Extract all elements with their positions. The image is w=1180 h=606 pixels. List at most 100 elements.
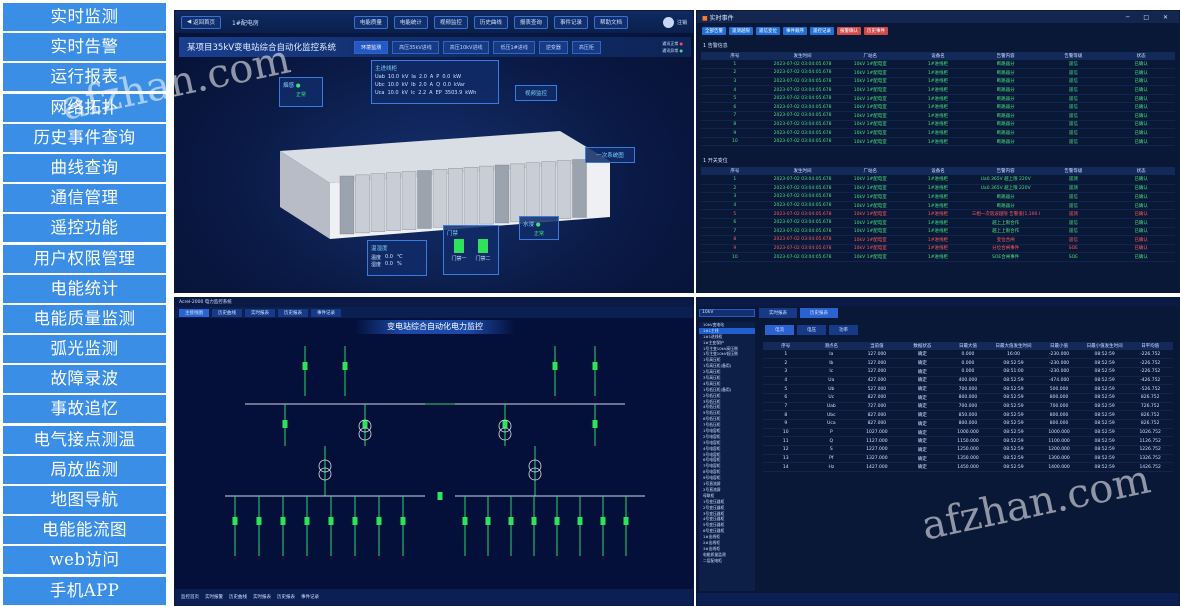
switch-cabinet[interactable] bbox=[448, 168, 463, 227]
table-row[interactable]: 1 Ia 127.000 确定 0.000 16:00 -230.000 08:52:59 -2… bbox=[763, 350, 1173, 360]
breaker[interactable] bbox=[342, 362, 348, 370]
table-row[interactable]: 4 2023-07-02 03:04:05.678 10kV 1#配电室 1#进线柜断… bbox=[701, 85, 1175, 95]
table-row[interactable]: 9 2023-07-02 03:04:05.678 10kV 1#配电室 1#进线柜分… bbox=[701, 244, 1175, 254]
toolbar-button-6[interactable]: 帮助文档 bbox=[593, 15, 628, 29]
p4-tab-1[interactable]: 历史报表 bbox=[800, 308, 838, 318]
switch-cabinet[interactable] bbox=[417, 170, 432, 229]
table-row[interactable]: 5 2023-07-02 03:04:05.678 10kV 1#配电室 1#进线柜三… bbox=[701, 209, 1175, 219]
p3-tab-1[interactable]: 历史曲线 bbox=[212, 308, 242, 317]
toolbar-button-3[interactable]: 历史曲线 bbox=[473, 15, 508, 29]
p4-tab-0[interactable]: 实时报表 bbox=[759, 308, 797, 318]
p4-subtab-1[interactable]: 电压 bbox=[797, 325, 826, 335]
p3-bottom-tab-4[interactable]: 历史报表 bbox=[277, 594, 295, 600]
window-controls[interactable]: ─ □ ✕ bbox=[1126, 14, 1174, 21]
p2-filter-0[interactable]: 全部告警 bbox=[702, 27, 726, 35]
breaker[interactable] bbox=[600, 517, 606, 525]
p3-bottom-tab-0[interactable]: 监控首页 bbox=[181, 594, 199, 600]
menu-item-2[interactable]: 运行报表 bbox=[3, 63, 166, 92]
breaker[interactable] bbox=[485, 517, 491, 525]
table-row[interactable]: 9 Uca 827.000 确定 800.000 08:52:59 800.000 08:52… bbox=[763, 419, 1173, 429]
table-row[interactable]: 10 P 1027.000 确定 1000.000 08:52:59 1000.000 08:… bbox=[763, 428, 1173, 438]
table-row[interactable]: 3 Ic 127.000 确定 0.000 08:51:00 -230.000 08:52:5… bbox=[763, 367, 1173, 377]
p2-filter-3[interactable]: 事件顺序 bbox=[783, 27, 807, 35]
door-card[interactable]: 门禁 门禁一 门禁二 bbox=[443, 225, 499, 275]
p3-bottom-tab-3[interactable]: 实时报表 bbox=[253, 594, 271, 600]
table-row[interactable]: 3 2023-07-02 03:04:05.678 10kV 1#配电室 1#进线柜断… bbox=[701, 192, 1175, 202]
table-row[interactable]: 10 2023-07-02 03:04:05.678 10kV 1#配电室 1#进线柜… bbox=[701, 137, 1175, 147]
breaker[interactable] bbox=[592, 362, 598, 370]
menu-item-7[interactable]: 遥控功能 bbox=[3, 214, 166, 243]
breaker[interactable] bbox=[282, 420, 288, 428]
p1-tab-3[interactable]: 低压1#进线 bbox=[493, 40, 535, 54]
toolbar-button-4[interactable]: 报表查询 bbox=[513, 15, 548, 29]
breaker[interactable] bbox=[552, 362, 558, 370]
menu-item-11[interactable]: 弧光监测 bbox=[3, 335, 166, 364]
switch-cabinet[interactable] bbox=[432, 169, 448, 228]
menu-item-14[interactable]: 电气接点测温 bbox=[3, 425, 166, 454]
p2-filter-5[interactable]: 报警确认 bbox=[837, 27, 861, 35]
p1-tab-1[interactable]: 高压35kV进线 bbox=[392, 40, 439, 54]
p1-tab-0[interactable]: 环境监测 bbox=[354, 40, 389, 54]
temp-hum-card[interactable]: 温湿度 温度 0.0 ℃ 湿度 0.0% bbox=[367, 240, 427, 276]
table-row[interactable]: 7 Uab 727.000 确定 700.000 08:52:59 700.000 08:52… bbox=[763, 402, 1173, 412]
toolbar-button-5[interactable]: 事件记录 bbox=[553, 15, 588, 29]
breaker[interactable] bbox=[554, 517, 560, 525]
water-card[interactable]: 水浸 ● 正常 bbox=[519, 216, 559, 240]
menu-item-13[interactable]: 事故追忆 bbox=[3, 395, 166, 424]
p1-tab-2[interactable]: 高压10kV进线 bbox=[442, 40, 490, 54]
table-row[interactable]: 10 2023-07-02 03:04:05.678 10kV 1#配电室 1#进线柜… bbox=[701, 252, 1175, 262]
switch-cabinet[interactable] bbox=[386, 172, 401, 231]
table-row[interactable]: 13 Pf 1327.000 确定 1350.000 08:52:59 1300.000 08… bbox=[763, 454, 1173, 464]
menu-item-3[interactable]: 网络拓扑 bbox=[3, 93, 166, 122]
breaker[interactable] bbox=[508, 517, 514, 525]
breaker[interactable] bbox=[462, 517, 468, 525]
table-row[interactable]: 8 2023-07-02 03:04:05.678 10kV 1#配电室 1#进线柜断… bbox=[701, 120, 1175, 130]
table-row[interactable]: 4 Ua 427.000 确定 400.000 08:52:59 -474.000 08:52… bbox=[763, 376, 1173, 386]
table-row[interactable]: 7 2023-07-02 03:04:05.678 10kV 1#配电室 1#进线柜断… bbox=[701, 111, 1175, 121]
table-row[interactable]: 2 2023-07-02 03:04:05.678 10kV 1#配电室 1#进线柜断… bbox=[701, 68, 1175, 78]
menu-item-8[interactable]: 用户权限管理 bbox=[3, 244, 166, 273]
p2-filter-4[interactable]: 遥控记录 bbox=[810, 27, 834, 35]
p3-bottom-tab-2[interactable]: 历史曲线 bbox=[229, 594, 247, 600]
breaker[interactable] bbox=[577, 517, 583, 525]
smoke-card[interactable]: 烟感 ● 正常 bbox=[279, 77, 323, 107]
switch-cabinet[interactable] bbox=[479, 165, 494, 225]
breaker[interactable] bbox=[352, 517, 358, 525]
breaker[interactable] bbox=[232, 517, 238, 525]
table-row[interactable]: 14 Hz 1427.000 确定 1450.000 08:52:59 1400.000 08… bbox=[763, 462, 1173, 473]
menu-item-12[interactable]: 故障录波 bbox=[3, 365, 166, 394]
menu-item-0[interactable]: 实时监测 bbox=[3, 3, 166, 31]
breaker[interactable] bbox=[256, 517, 262, 525]
breaker[interactable] bbox=[623, 517, 629, 525]
table-row[interactable]: 8 2023-07-02 03:04:05.678 10kV 1#配电室 1#进线柜变… bbox=[701, 235, 1175, 245]
p2-filter-2[interactable]: 遥信变位 bbox=[756, 27, 780, 35]
menu-item-17[interactable]: 电能能流图 bbox=[3, 516, 166, 545]
menu-item-5[interactable]: 曲线查询 bbox=[3, 153, 166, 182]
menu-item-6[interactable]: 通信管理 bbox=[3, 184, 166, 213]
voltage-selector[interactable]: 10kV bbox=[699, 309, 755, 317]
switch-cabinet[interactable] bbox=[401, 171, 417, 230]
breaker[interactable] bbox=[280, 517, 286, 525]
breaker[interactable] bbox=[531, 517, 537, 525]
p3-tab-4[interactable]: 事件记录 bbox=[311, 308, 341, 317]
table-row[interactable]: 3 2023-07-02 03:04:05.678 10kV 1#配电室 1#进线柜断… bbox=[701, 77, 1175, 87]
p3-tab-3[interactable]: 历史报表 bbox=[278, 308, 308, 317]
table-row[interactable]: 6 2023-07-02 03:04:05.678 10kV 1#配电室 1#进线柜越… bbox=[701, 218, 1175, 228]
breaker[interactable] bbox=[362, 420, 368, 428]
switch-cabinet[interactable] bbox=[525, 162, 541, 221]
p1-tab-5[interactable]: 高压柜 bbox=[571, 40, 601, 54]
table-row[interactable]: 6 2023-07-02 03:04:05.678 10kV 1#配电室 1#进线柜断… bbox=[701, 102, 1175, 113]
video-card[interactable]: 视频监控 bbox=[515, 85, 557, 101]
table-row[interactable]: 2 Ib 127.000 确定 0.000 08:52:59 -230.000 08:52:5… bbox=[763, 358, 1173, 368]
breaker[interactable] bbox=[592, 420, 598, 428]
table-row[interactable]: 7 2023-07-02 03:04:05.678 10kV 1#配电室 1#进线柜越… bbox=[701, 227, 1175, 237]
p3-tab-2[interactable]: 实时报表 bbox=[245, 308, 275, 317]
p3-tab-0[interactable]: 主接线图 bbox=[179, 308, 209, 317]
breaker[interactable] bbox=[304, 517, 310, 525]
menu-item-10[interactable]: 电能质量监测 bbox=[3, 304, 166, 333]
menu-item-1[interactable]: 实时告警 bbox=[3, 33, 166, 62]
table-row[interactable]: 6 Uc 827.000 确定 800.000 08:52:59 800.000 08:52:… bbox=[763, 393, 1173, 403]
breaker[interactable] bbox=[376, 517, 382, 525]
p2-filter-1[interactable]: 遥测越限 bbox=[729, 27, 753, 35]
menu-item-15[interactable]: 局放监测 bbox=[3, 455, 166, 484]
